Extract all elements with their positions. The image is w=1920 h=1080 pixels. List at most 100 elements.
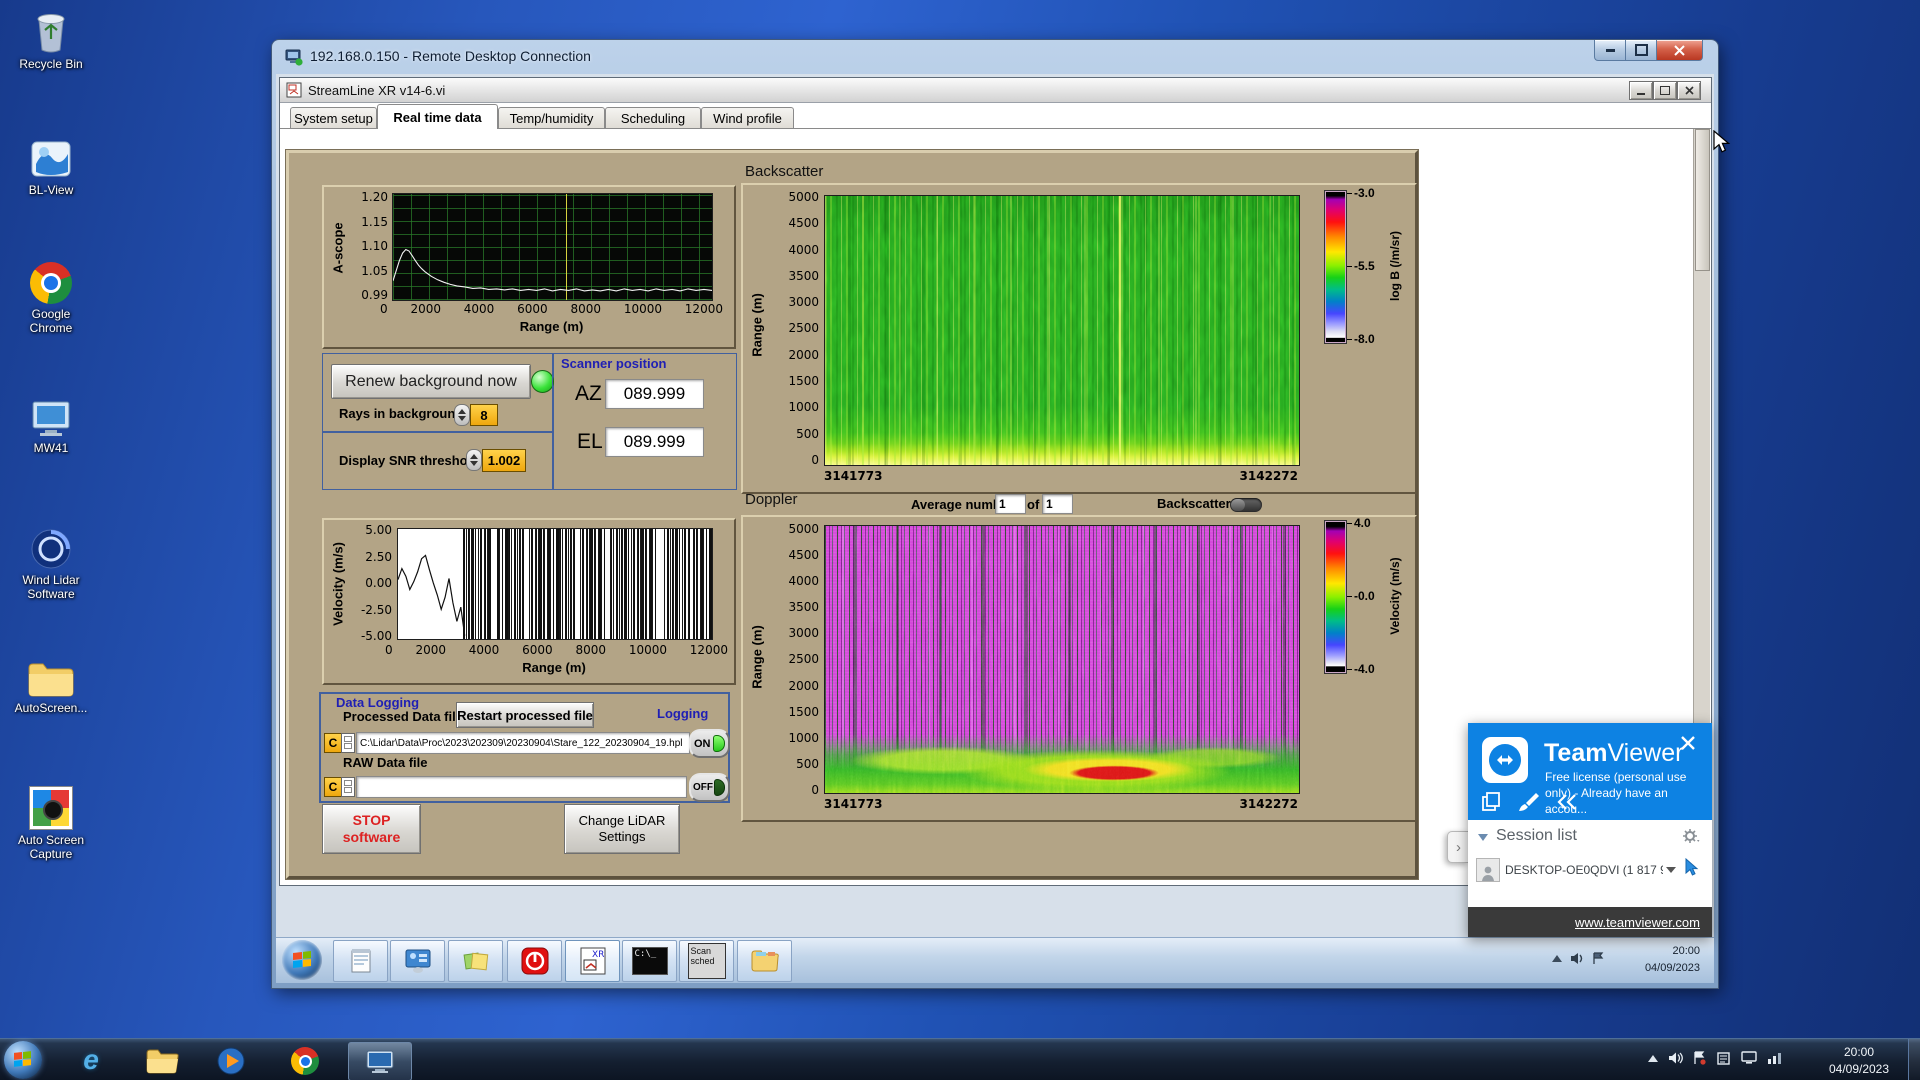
app-close-button[interactable] <box>1677 81 1701 100</box>
desktop-icon-recycle-bin[interactable]: Recycle Bin <box>4 8 98 72</box>
restart-processed-file-button[interactable]: Restart processed file <box>456 702 594 728</box>
labview-vi-icon <box>286 82 302 98</box>
tab-scheduling[interactable]: Scheduling <box>605 107 701 129</box>
session-list-title: Session list <box>1496 827 1577 844</box>
teamviewer-link[interactable]: www.teamviewer.com <box>1575 915 1700 930</box>
scrollbar-thumb[interactable] <box>1695 129 1710 271</box>
el-field[interactable]: 089.999 <box>605 427 704 457</box>
app-minimize-button[interactable] <box>1629 81 1653 100</box>
rays-value[interactable]: 8 <box>470 404 498 426</box>
change-lidar-settings-button[interactable]: Change LiDAR Settings <box>564 804 680 854</box>
processed-path-field[interactable]: C:\Lidar\Data\Proc\2023\202309\20230904\… <box>356 732 690 754</box>
gear-icon[interactable] <box>1682 828 1700 844</box>
rdp-monitor-icon[interactable] <box>1741 1051 1757 1065</box>
backscatter-colorbar <box>1324 190 1347 344</box>
remote-start-orb[interactable] <box>282 940 322 980</box>
flag-icon[interactable] <box>1592 952 1604 965</box>
rays-in-background-label: Rays in background <box>339 406 464 421</box>
rdp-titlebar[interactable]: 192.168.0.150 - Remote Desktop Connectio… <box>272 40 1718 74</box>
media-player-icon <box>217 1047 245 1074</box>
stop-software-button[interactable]: STOP software <box>322 804 421 854</box>
wind-lidar-icon <box>31 529 71 569</box>
raw-path-field[interactable] <box>356 776 687 798</box>
tab-temp-humidity[interactable]: Temp/humidity <box>498 107 605 129</box>
host-start-orb[interactable] <box>4 1041 42 1079</box>
remote-taskbar-folder[interactable] <box>737 940 792 982</box>
host-clock[interactable]: 20:00 04/09/2023 <box>1816 1044 1902 1078</box>
rdp-close-button[interactable] <box>1656 40 1703 61</box>
remote-taskbar-labview-xr[interactable]: XR <box>565 940 620 982</box>
remote-tray-icons[interactable] <box>1552 952 1604 965</box>
desktop-icon-wind-lidar[interactable]: Wind Lidar Software <box>4 528 98 602</box>
average-number-field[interactable]: 1 <box>995 494 1026 514</box>
teamviewer-close-button[interactable] <box>1680 735 1696 751</box>
backscatter-doppler-toggle[interactable] <box>1230 498 1262 512</box>
host-taskbar-remote-desktop-active[interactable] <box>348 1042 412 1080</box>
session-entry-dropdown-icon[interactable] <box>1666 867 1676 873</box>
session-list-collapse-icon[interactable] <box>1478 834 1488 841</box>
data-logging-box: Data Logging Processed Data file Restart… <box>319 692 730 803</box>
remote-taskbar-command-prompt[interactable]: C:\_ <box>622 940 677 982</box>
clipboard-sessions-icon[interactable] <box>1480 791 1502 813</box>
volume-icon[interactable] <box>1668 1051 1683 1065</box>
raw-logging-toggle-off[interactable]: OFF <box>689 773 730 802</box>
host-taskbar-media-player[interactable] <box>208 1044 254 1077</box>
teamviewer-brand: TeamViewer <box>1544 739 1684 767</box>
volume-icon[interactable] <box>1570 952 1584 965</box>
snr-value[interactable]: 1.002 <box>482 449 526 472</box>
remote-taskbar-display-settings[interactable] <box>390 940 445 982</box>
connect-cursor-icon[interactable] <box>1684 858 1700 877</box>
average-total-field[interactable]: 1 <box>1042 494 1073 514</box>
raw-drive-letter[interactable]: C <box>324 777 342 797</box>
hidden-icons-arrow-icon[interactable] <box>1552 955 1562 962</box>
ascope-plot-area <box>392 193 713 301</box>
remote-taskbar-power-stop[interactable] <box>507 940 562 982</box>
session-entry[interactable]: DESKTOP-OE0QDVI (1 817 937 <box>1505 863 1663 877</box>
hidden-icons-arrow-icon[interactable] <box>1648 1054 1658 1062</box>
renew-background-button[interactable]: Renew background now <box>331 364 531 399</box>
ascope-ylabel: A-scope <box>330 222 346 274</box>
processed-drive-letter[interactable]: C <box>324 733 342 753</box>
remote-clock[interactable]: 20:00 04/09/2023 <box>1645 943 1700 976</box>
show-desktop-button[interactable] <box>1908 1039 1920 1080</box>
clipboard-icon[interactable] <box>1716 1051 1731 1065</box>
host-taskbar-internet-explorer[interactable]: e <box>70 1043 112 1077</box>
raw-browse-icon[interactable] <box>341 777 355 797</box>
front-panel: A-scope 1.20 1.15 1.10 1.05 0.99 0 2000 4000 60… <box>286 150 1418 879</box>
host-tray[interactable] <box>1648 1051 1783 1065</box>
processed-logging-toggle-on[interactable]: ON <box>689 729 730 758</box>
rays-spinner[interactable] <box>454 404 470 426</box>
remote-taskbar-scan-scheduler[interactable]: Scan sched <box>679 940 734 982</box>
az-field[interactable]: 089.999 <box>605 379 704 409</box>
tab-system-setup[interactable]: System setup <box>290 107 377 129</box>
remote-desktop-icon <box>366 1050 394 1073</box>
rdp-maximize-button[interactable] <box>1625 40 1658 61</box>
person-icon <box>1482 866 1494 881</box>
teamviewer-expand-chevron[interactable]: › <box>1447 831 1469 863</box>
remote-taskbar-notepad[interactable] <box>333 940 388 982</box>
brush-icon[interactable] <box>1516 791 1540 813</box>
desktop-icon-google-chrome[interactable]: Google Chrome <box>4 262 98 336</box>
tab-wind-profile[interactable]: Wind profile <box>701 107 794 129</box>
host-taskbar-chrome[interactable] <box>282 1045 328 1077</box>
desktop-icon-mw41[interactable]: MW41 <box>4 400 98 456</box>
network-icon[interactable] <box>1767 1051 1783 1065</box>
desktop-icon-auto-screen-capture[interactable]: Auto Screen Capture <box>4 786 98 862</box>
processed-browse-icon[interactable] <box>341 733 355 753</box>
desktop-icon-autoscreen-folder[interactable]: AutoScreen... <box>4 660 98 716</box>
collapse-chevrons-icon[interactable] <box>1556 793 1578 811</box>
tab-real-time-data[interactable]: Real time data <box>377 104 498 129</box>
az-label: AZ <box>575 382 602 405</box>
scanner-position-title: Scanner position <box>561 356 667 371</box>
host-taskbar-file-explorer[interactable] <box>140 1045 186 1077</box>
streamline-titlebar[interactable]: StreamLine XR v14-6.vi <box>280 78 1711 103</box>
app-restore-button[interactable] <box>1653 81 1677 100</box>
rdp-minimize-button[interactable] <box>1594 40 1627 61</box>
desktop-icon-bl-view[interactable]: BL-View <box>4 138 98 198</box>
velocity-yticks: 5.00 2.50 0.00 -2.50 -5.00 <box>360 523 392 643</box>
backscatter-xlabels: 3141773 3142272 <box>824 469 1298 483</box>
doppler-colorbar-label: Velocity (m/s) <box>1388 557 1402 635</box>
action-center-flag-icon[interactable] <box>1693 1051 1706 1065</box>
snr-spinner[interactable] <box>466 449 482 471</box>
remote-taskbar-sticky-notes[interactable] <box>448 940 503 982</box>
